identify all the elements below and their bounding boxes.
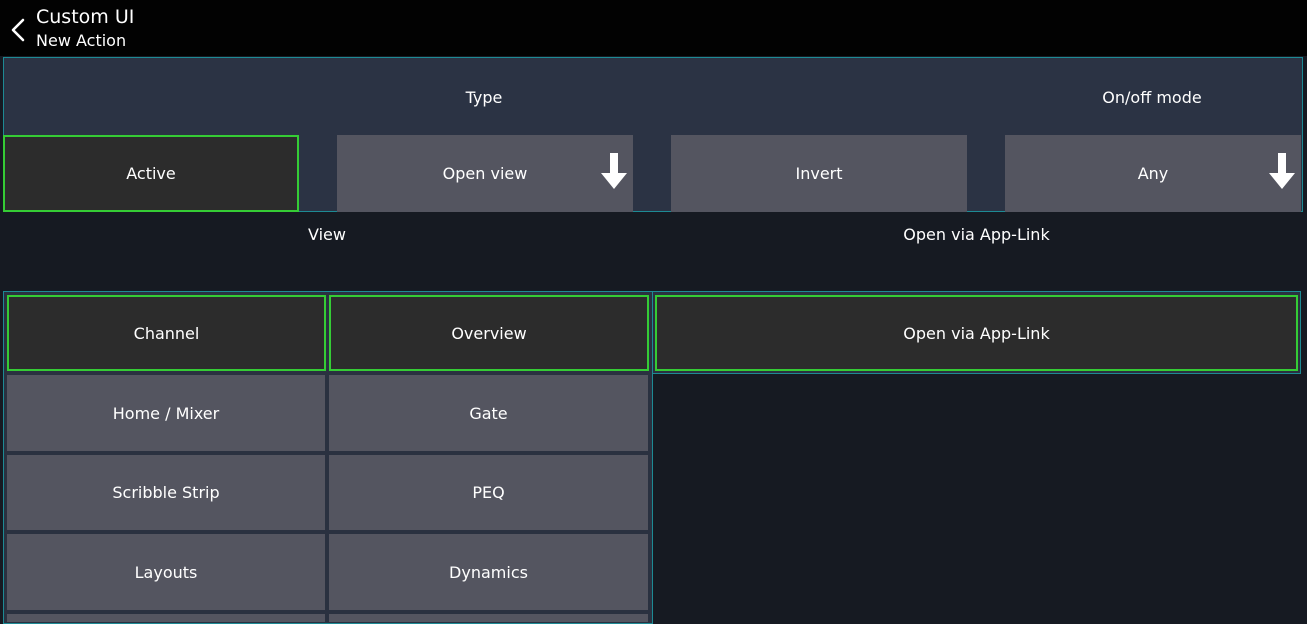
view-item-layouts[interactable]: Layouts [7,534,325,610]
tab-overview[interactable]: Overview [329,295,649,371]
onoff-mode-dropdown[interactable]: Any [1005,135,1301,212]
arrow-down-icon [601,153,627,189]
open-via-applink-button[interactable]: Open via App-Link [655,295,1298,371]
view-item-partial[interactable] [7,614,325,622]
tab-channel[interactable]: Channel [7,295,326,371]
view-item-partial[interactable] [329,614,648,622]
arrow-down-icon [1269,153,1295,189]
onoff-mode-label: On/off mode [1102,88,1202,107]
type-dropdown[interactable]: Open view [337,135,633,212]
type-label: Type [465,88,503,107]
back-button[interactable] [4,10,32,50]
page-title: Custom UI [36,6,135,28]
view-item-scribble-strip[interactable]: Scribble Strip [7,455,325,530]
app-root: Custom UI New Action Type On/off mode Ac… [0,0,1307,624]
active-toggle-button[interactable]: Active [3,135,299,212]
view-item-home-mixer[interactable]: Home / Mixer [7,375,325,451]
onoff-mode-value: Any [1137,164,1169,183]
type-dropdown-value: Open view [442,164,528,183]
applink-section-label: Open via App-Link [903,225,1050,244]
chevron-left-icon [11,18,25,42]
view-item-gate[interactable]: Gate [329,375,648,451]
header-bar: Custom UI New Action [0,0,1307,56]
page-subtitle: New Action [36,31,127,50]
view-item-dynamics[interactable]: Dynamics [329,534,648,610]
view-item-peq[interactable]: PEQ [329,455,648,530]
invert-button[interactable]: Invert [671,135,967,212]
view-section-label: View [308,225,346,244]
